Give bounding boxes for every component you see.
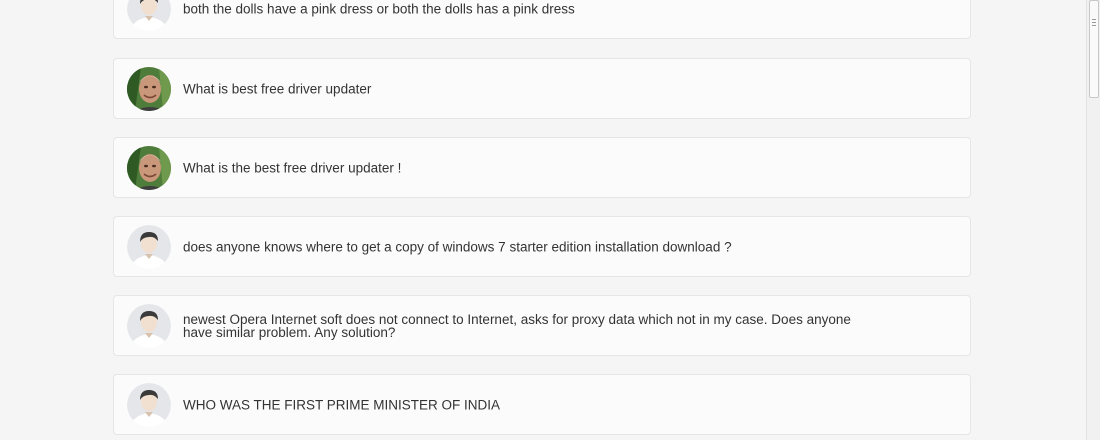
- question-text[interactable]: newest Opera Internet soft does not conn…: [183, 312, 883, 339]
- question-card[interactable]: WHO WAS THE FIRST PRIME MINISTER OF INDI…: [113, 374, 971, 435]
- question-text[interactable]: What is the best free driver updater !: [183, 161, 883, 175]
- scroll-grip-line: [1092, 19, 1096, 20]
- default-user-avatar-icon[interactable]: [127, 383, 171, 427]
- user-photo-avatar-icon[interactable]: [127, 146, 171, 190]
- question-card[interactable]: newest Opera Internet soft does not conn…: [113, 295, 971, 356]
- vertical-scrollbar[interactable]: [1086, 0, 1100, 440]
- scrollbar-thumb[interactable]: [1089, 0, 1099, 98]
- question-text[interactable]: WHO WAS THE FIRST PRIME MINISTER OF INDI…: [183, 398, 883, 412]
- question-card[interactable]: What is best free driver updater: [113, 58, 971, 119]
- scroll-grip-line: [1092, 25, 1096, 26]
- default-user-avatar-icon[interactable]: [127, 225, 171, 269]
- question-card[interactable]: does anyone knows where to get a copy of…: [113, 216, 971, 277]
- default-user-avatar-icon[interactable]: [127, 304, 171, 348]
- question-text[interactable]: does anyone knows where to get a copy of…: [183, 240, 883, 254]
- question-text[interactable]: both the dolls have a pink dress or both…: [183, 2, 883, 16]
- user-photo-avatar-icon[interactable]: [127, 67, 171, 111]
- scroll-grip-line: [1092, 22, 1096, 23]
- question-card[interactable]: both the dolls have a pink dress or both…: [113, 0, 971, 39]
- question-card[interactable]: What is the best free driver updater !: [113, 137, 971, 198]
- default-user-avatar-icon[interactable]: [127, 0, 171, 31]
- question-text[interactable]: What is best free driver updater: [183, 82, 883, 96]
